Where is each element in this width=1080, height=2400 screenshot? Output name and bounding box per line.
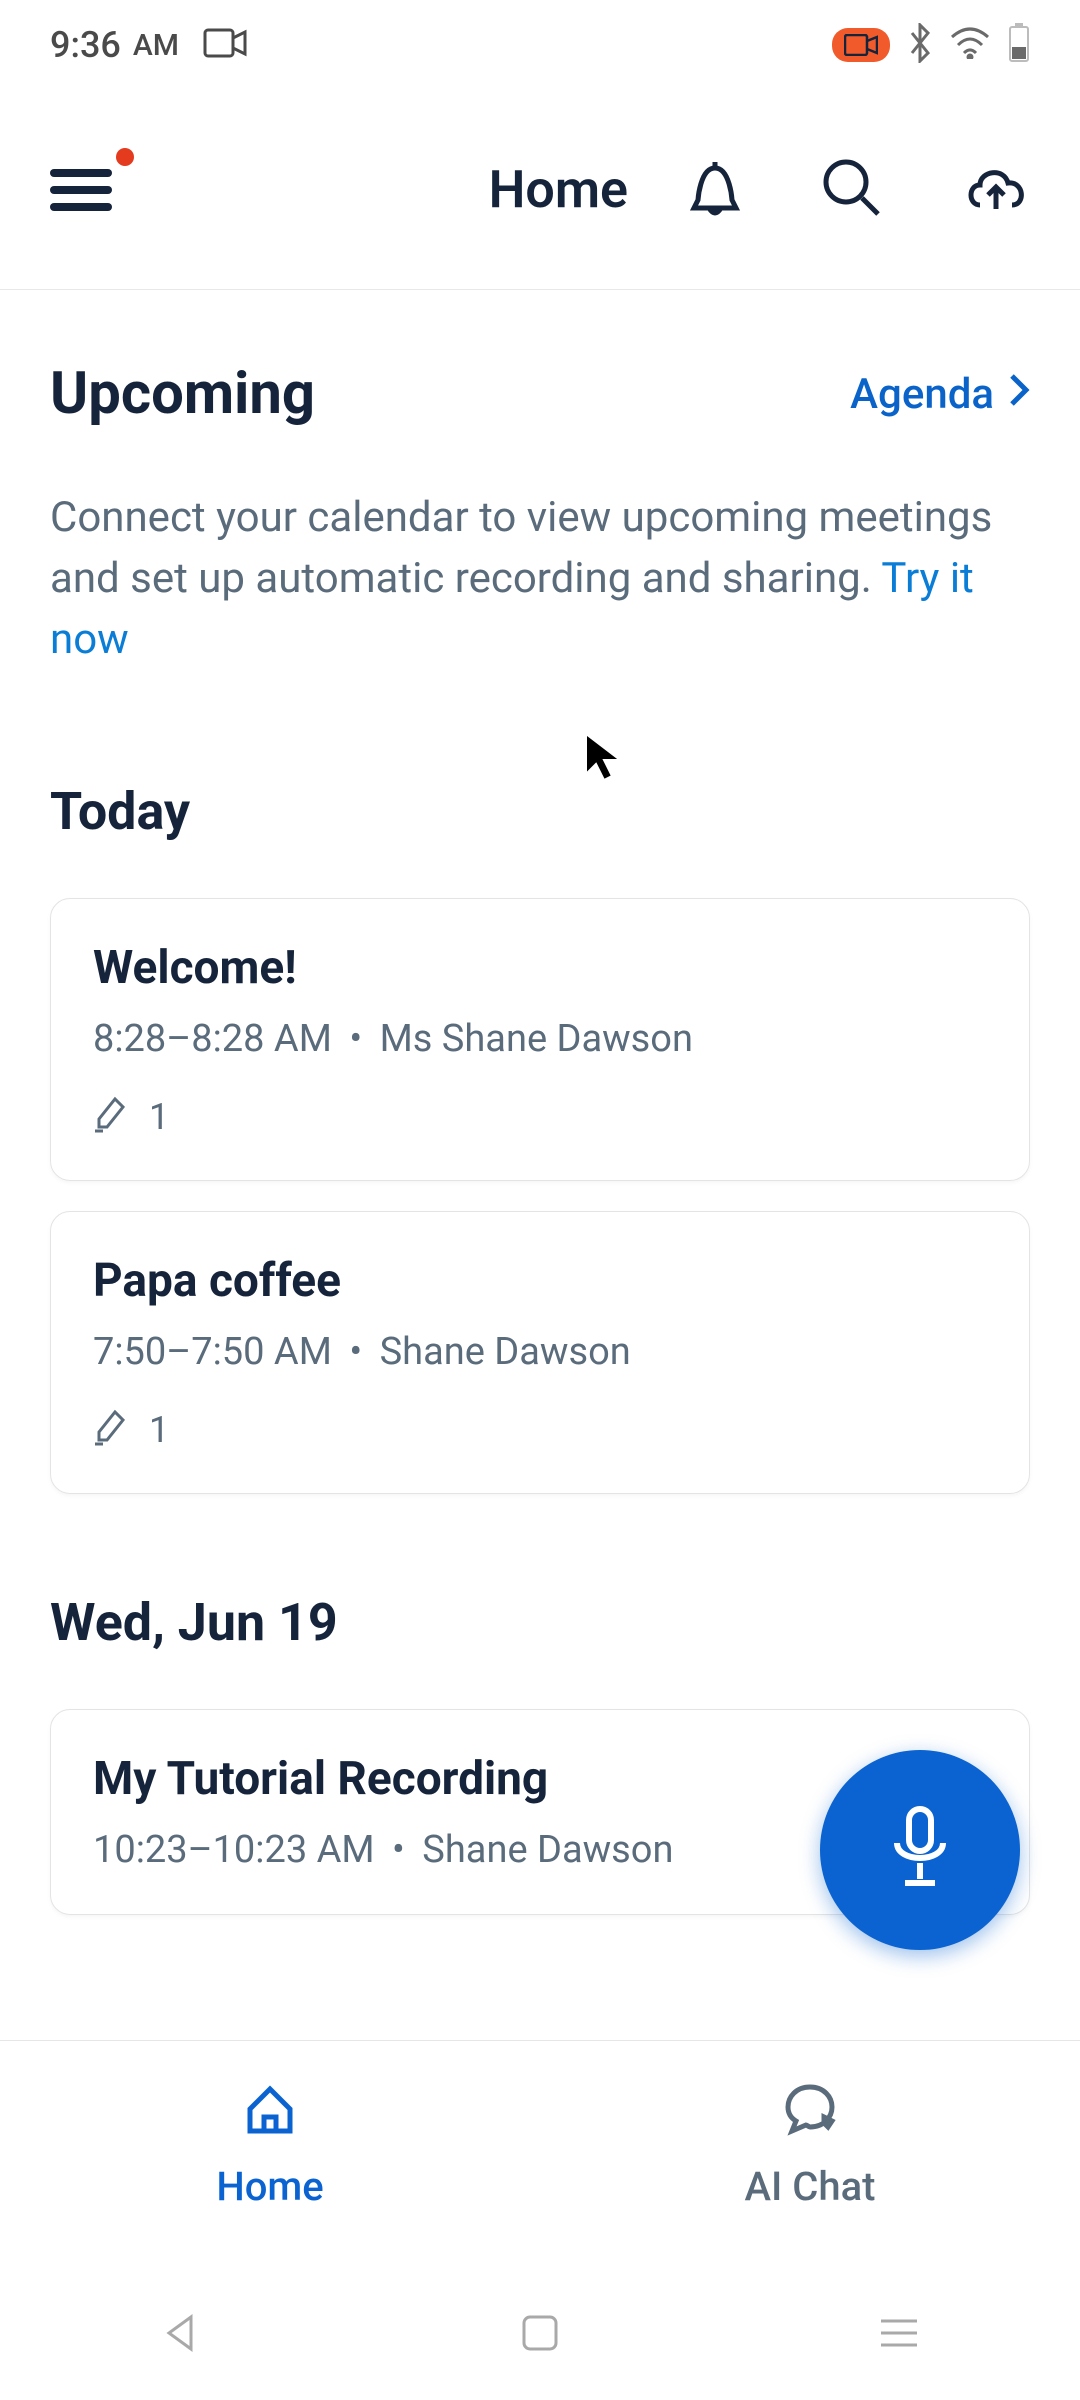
card-meta: 7:50–7:50 AM • Shane Dawson [93, 1330, 987, 1374]
status-ampm: AM [133, 28, 179, 63]
main-content: Upcoming Agenda Connect your calendar to… [0, 290, 1080, 1915]
tab-ai-chat[interactable]: AI Chat [540, 2081, 1080, 2260]
battery-icon [1008, 23, 1030, 67]
recording-card[interactable]: Welcome! 8:28–8:28 AM • Ms Shane Dawson … [50, 898, 1030, 1181]
agenda-link[interactable]: Agenda [850, 370, 1030, 419]
bluetooth-icon [908, 23, 932, 67]
chevron-right-icon [1008, 370, 1030, 419]
microphone-icon [885, 1803, 955, 1897]
nav-back-icon[interactable] [159, 2311, 203, 2359]
home-icon [242, 2081, 298, 2147]
card-title: Welcome! [93, 941, 987, 995]
highlight-count: 1 [149, 1096, 169, 1138]
notification-dot [116, 148, 134, 166]
status-time: 9:36 [50, 24, 121, 66]
upcoming-heading: Upcoming [50, 360, 315, 428]
app-header: Home [0, 90, 1080, 290]
nav-home-icon[interactable] [520, 2313, 560, 2357]
agenda-label: Agenda [850, 370, 994, 419]
card-author: Ms Shane Dawson [380, 1017, 693, 1061]
search-icon[interactable] [822, 158, 882, 222]
card-time: 10:23–10:23 AM [93, 1828, 375, 1872]
connect-text-body: Connect your calendar to view upcoming m… [50, 493, 992, 603]
system-nav-bar [0, 2270, 1080, 2400]
cursor-icon [580, 730, 628, 790]
bottom-tab-bar: Home AI Chat [0, 2040, 1080, 2260]
card-meta: 8:28–8:28 AM • Ms Shane Dawson [93, 1017, 987, 1061]
card-author: Shane Dawson [380, 1330, 631, 1374]
card-time: 8:28–8:28 AM [93, 1017, 332, 1061]
section-heading-date: Wed, Jun 19 [50, 1592, 1030, 1653]
connect-calendar-text: Connect your calendar to view upcoming m… [50, 488, 1030, 671]
tab-home[interactable]: Home [0, 2081, 540, 2260]
menu-button[interactable] [50, 160, 130, 220]
camera-icon [203, 28, 247, 62]
tab-label: AI Chat [744, 2163, 875, 2210]
nav-recent-icon[interactable] [877, 2315, 921, 2355]
cloud-upload-icon[interactable] [962, 161, 1030, 219]
recording-card[interactable]: Papa coffee 7:50–7:50 AM • Shane Dawson … [50, 1211, 1030, 1494]
chat-icon [782, 2081, 838, 2147]
bell-icon[interactable] [688, 158, 742, 222]
page-title: Home [489, 159, 628, 220]
screen-record-icon [832, 28, 890, 62]
card-time: 7:50–7:50 AM [93, 1330, 332, 1374]
highlight-count: 1 [149, 1409, 169, 1451]
card-title: Papa coffee [93, 1254, 987, 1308]
highlight-icon [93, 1406, 133, 1455]
highlight-icon [93, 1093, 133, 1142]
status-bar: 9:36 AM [0, 0, 1080, 90]
tab-label: Home [216, 2163, 323, 2210]
card-author: Shane Dawson [422, 1828, 673, 1872]
record-fab[interactable] [820, 1750, 1020, 1950]
section-heading-today: Today [50, 781, 1030, 842]
wifi-icon [950, 27, 990, 63]
hamburger-icon [50, 169, 130, 211]
